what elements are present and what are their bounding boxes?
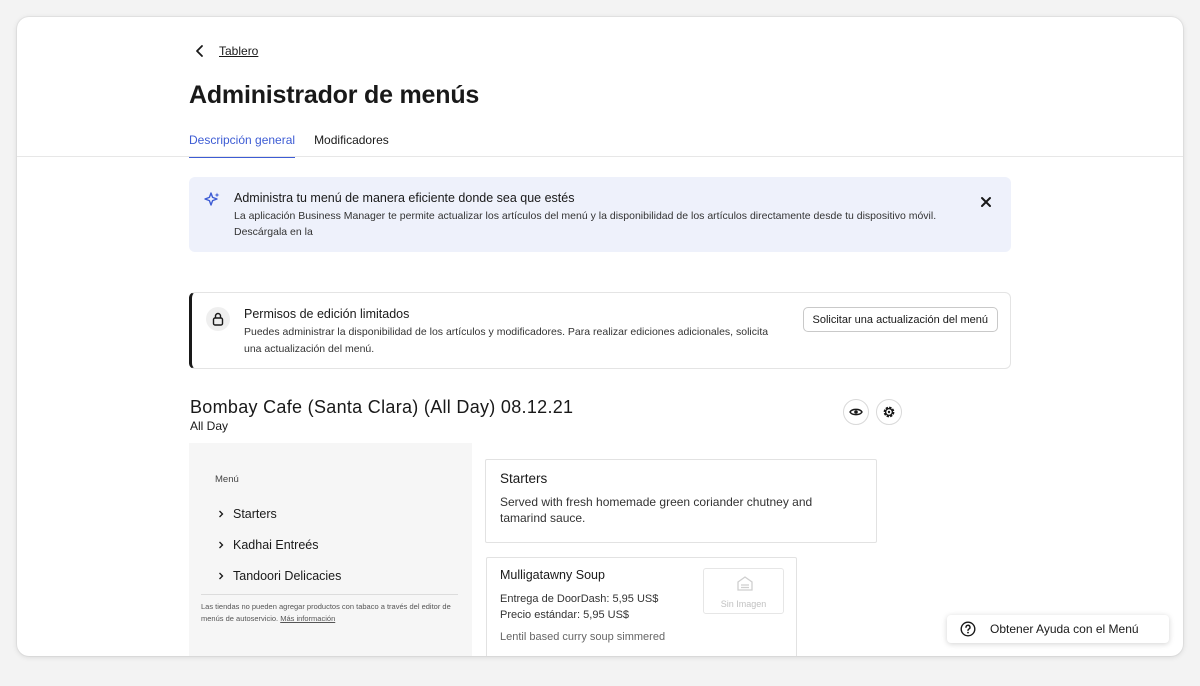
eye-icon — [849, 408, 863, 416]
back-link[interactable]: Tablero — [193, 44, 258, 58]
item-title: Mulligatawny Soup — [500, 568, 605, 582]
menu-help-button[interactable]: Obtener Ayuda con el Menú — [947, 615, 1169, 643]
learn-more-link[interactable]: Más información — [280, 614, 335, 623]
app-promo-banner: Administra tu menú de manera eficiente d… — [189, 177, 1011, 252]
help-icon — [960, 621, 976, 637]
category-title: Starters — [500, 471, 548, 486]
breadcrumb[interactable]: Tablero — [219, 44, 258, 58]
tab-bar: Descripción general Modificadores — [189, 133, 408, 158]
sidebar-item-label: Tandoori Delicacies — [233, 569, 342, 583]
lock-icon — [206, 307, 230, 331]
sidebar-item-label: Kadhai Entreés — [233, 538, 319, 552]
menu-sidebar: Menú Starters Kadhai Entreés Tandoori De… — [189, 443, 472, 656]
permissions-title: Permisos de edición limitados — [244, 307, 410, 321]
category-description: Served with fresh homemade green coriand… — [500, 495, 813, 525]
sidebar-item-tandoori-delicacies[interactable]: Tandoori Delicacies — [217, 569, 341, 583]
image-placeholder-icon — [737, 576, 753, 591]
tab-overview[interactable]: Descripción general — [189, 133, 296, 158]
settings-button[interactable] — [876, 399, 902, 425]
banner-title: Administra tu menú de manera eficiente d… — [234, 191, 575, 205]
item-image-placeholder: Sin Imagen — [703, 568, 784, 614]
permissions-body: Puedes administrar la disponibilidad de … — [244, 326, 769, 355]
banner-body: La aplicación Business Manager te permit… — [234, 210, 937, 238]
request-menu-update-button[interactable]: Solicitar una actualización del menú — [802, 307, 998, 332]
header-divider — [17, 156, 1183, 157]
close-icon[interactable] — [979, 195, 993, 209]
chevron-right-icon — [219, 541, 224, 549]
preview-button[interactable] — [843, 399, 869, 425]
item-delivery-price: Entrega de DoorDash: 5,95 US$ — [500, 593, 659, 605]
no-image-label: Sin Imagen — [720, 599, 767, 609]
tobacco-note: Las tiendas no pueden agregar productos … — [201, 601, 463, 625]
menu-subtitle: All Day — [190, 419, 229, 433]
sidebar-item-kadhai-entrees[interactable]: Kadhai Entreés — [217, 538, 318, 552]
app-window: Tablero Administrador de menús Descripci… — [17, 17, 1183, 656]
chevron-left-icon — [196, 45, 203, 57]
tab-modifiers[interactable]: Modificadores — [314, 133, 389, 158]
item-description: Lentil based curry soup simmered — [500, 631, 666, 643]
sidebar-item-starters[interactable]: Starters — [217, 507, 277, 521]
menu-name: Bombay Cafe (Santa Clara) (All Day) 08.1… — [190, 397, 574, 417]
sparkle-icon — [204, 192, 220, 206]
page-title: Administrador de menús — [189, 81, 480, 109]
sidebar-heading: Menú — [215, 474, 239, 485]
chevron-right-icon — [219, 510, 224, 518]
help-label: Obtener Ayuda con el Menú — [990, 622, 1139, 636]
category-card[interactable]: Starters Served with fresh homemade gree… — [485, 459, 877, 543]
sidebar-divider — [201, 594, 458, 595]
chevron-right-icon — [219, 572, 224, 580]
limited-permissions-notice: Permisos de edición limitados Puedes adm… — [189, 292, 1011, 369]
item-standard-price: Precio estándar: 5,95 US$ — [500, 609, 630, 621]
sidebar-item-label: Starters — [233, 507, 277, 521]
menu-item-card[interactable]: Mulligatawny Soup Entrega de DoorDash: 5… — [486, 557, 797, 656]
gear-icon — [883, 406, 895, 418]
